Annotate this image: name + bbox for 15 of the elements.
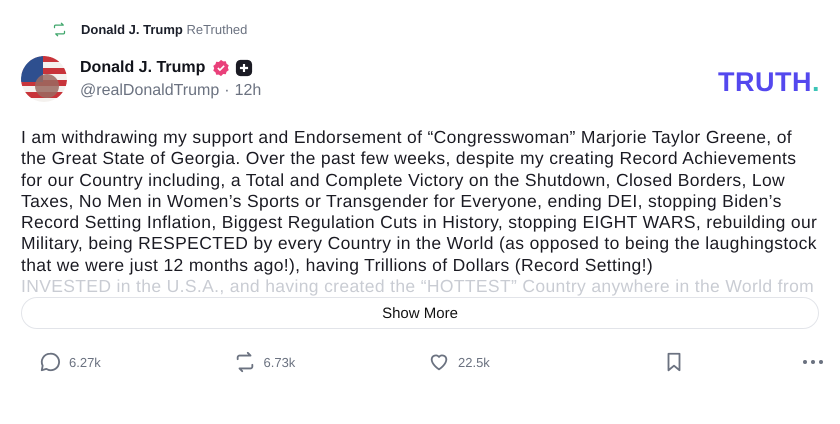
separator-dot: · [224, 82, 230, 100]
author-handle[interactable]: @realDonaldTrump [80, 82, 220, 100]
avatar[interactable] [21, 56, 67, 102]
reply-button[interactable]: 6.27k [37, 349, 117, 376]
post-text: I am withdrawing my support and Endorsement of “Congresswoman” Marjorie Taylor Greene, of the Great State of Georgia. Over the past few weeks, despite my creating Record Achievements for our Country including, a Total and Complete Victory on the Shutdown, Closed Borders, Low Taxes, No Men in Women’s Sports or Transgender for Everyone, ending DEI, stopping Biden’s Record Setting Inflation, Biggest Regulation Cuts in History, stopping EIGHT WARS, rebuilding our Military, being RESPECTED by every Country in the World (as opposed to being the laughingstock that we were just 12 months ago!), having Trillions of Dollars (Record Setting!) [21, 127, 818, 276]
more-icon [803, 360, 823, 364]
author-name[interactable]: Donald J. Trump [80, 58, 206, 76]
comment-icon [39, 351, 61, 374]
retruth-button[interactable]: 6.73k [232, 349, 312, 376]
repost-icon [52, 22, 67, 36]
repost-label: Donald J. Trump ReTruthed [81, 22, 248, 36]
post-time: 12h [234, 82, 262, 100]
like-button[interactable]: 22.5k [426, 349, 506, 376]
show-more-button[interactable]: Show More [21, 297, 819, 330]
logo: TRUTH. [718, 66, 820, 98]
